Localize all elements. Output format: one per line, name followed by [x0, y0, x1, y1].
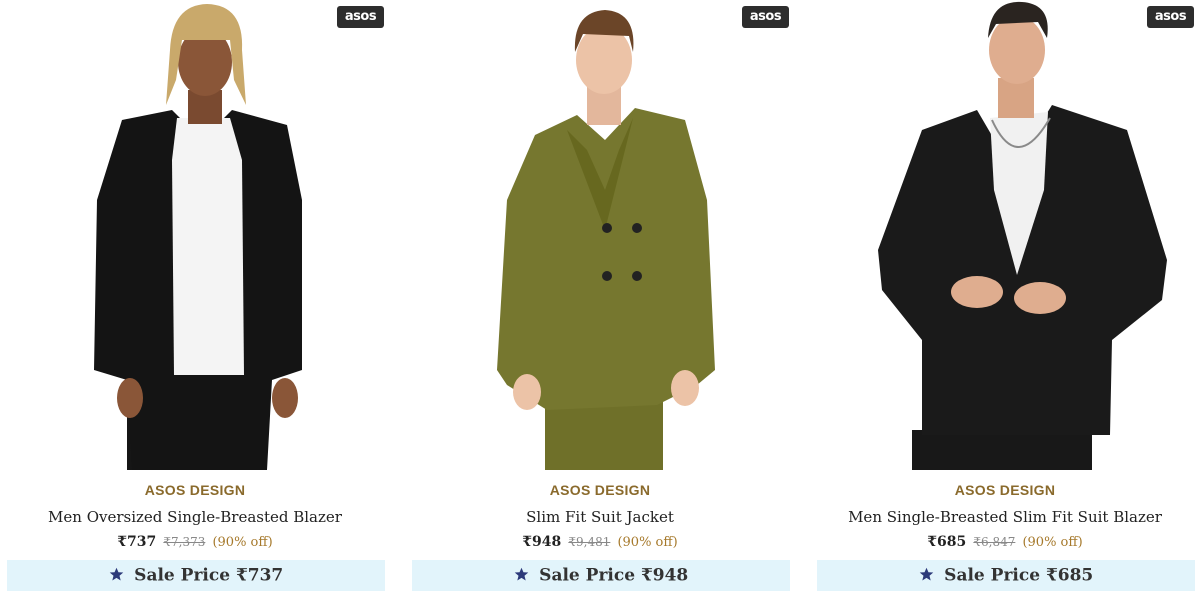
discount-percent: (90% off) — [617, 535, 678, 550]
product-image[interactable]: asos — [407, 0, 793, 470]
brand-logo: asos — [742, 6, 789, 28]
current-price: ₹948 — [522, 534, 562, 550]
model-photo — [407, 0, 793, 470]
product-brand[interactable]: ASOS DESIGN — [407, 482, 793, 498]
discount-percent: (90% off) — [212, 535, 273, 550]
current-price: ₹737 — [117, 534, 157, 550]
brand-logo: asos — [1147, 6, 1194, 28]
product-name[interactable]: Men Single-Breasted Slim Fit Suit Blazer — [812, 508, 1198, 526]
sale-price-label: Sale Price ₹685 — [944, 565, 1094, 586]
sale-price-banner: Sale Price ₹948 — [412, 560, 790, 591]
sale-price-label: Sale Price ₹948 — [539, 565, 689, 586]
model-photo — [812, 0, 1198, 470]
product-card[interactable]: asos ASOS DESIGN Men Single-Breasted Sli… — [812, 0, 1198, 601]
price-row: ₹948 ₹9,481 (90% off) — [407, 531, 793, 550]
discount-percent: (90% off) — [1022, 535, 1083, 550]
star-icon — [919, 567, 933, 581]
current-price: ₹685 — [927, 534, 967, 550]
product-image[interactable]: asos — [2, 0, 388, 470]
product-name[interactable]: Slim Fit Suit Jacket — [407, 508, 793, 526]
product-brand[interactable]: ASOS DESIGN — [2, 482, 388, 498]
sale-price-banner: Sale Price ₹685 — [817, 560, 1195, 591]
product-card[interactable]: asos ASOS DESIGN Men Oversized Single-Br… — [2, 0, 388, 601]
model-photo — [2, 0, 388, 470]
product-card[interactable]: asos ASOS DESIGN Slim Fit Suit Jacket ₹9… — [407, 0, 793, 601]
sale-price-banner: Sale Price ₹737 — [7, 560, 385, 591]
original-price: ₹6,847 — [973, 535, 1016, 549]
original-price: ₹9,481 — [568, 535, 611, 549]
price-row: ₹737 ₹7,373 (90% off) — [2, 531, 388, 550]
product-image[interactable]: asos — [812, 0, 1198, 470]
star-icon — [514, 567, 528, 581]
product-name[interactable]: Men Oversized Single-Breasted Blazer — [2, 508, 388, 526]
product-brand[interactable]: ASOS DESIGN — [812, 482, 1198, 498]
original-price: ₹7,373 — [163, 535, 206, 549]
brand-logo: asos — [337, 6, 384, 28]
price-row: ₹685 ₹6,847 (90% off) — [812, 531, 1198, 550]
star-icon — [109, 567, 123, 581]
sale-price-label: Sale Price ₹737 — [134, 565, 284, 586]
product-grid: asos ASOS DESIGN Men Oversized Single-Br… — [0, 0, 1200, 601]
